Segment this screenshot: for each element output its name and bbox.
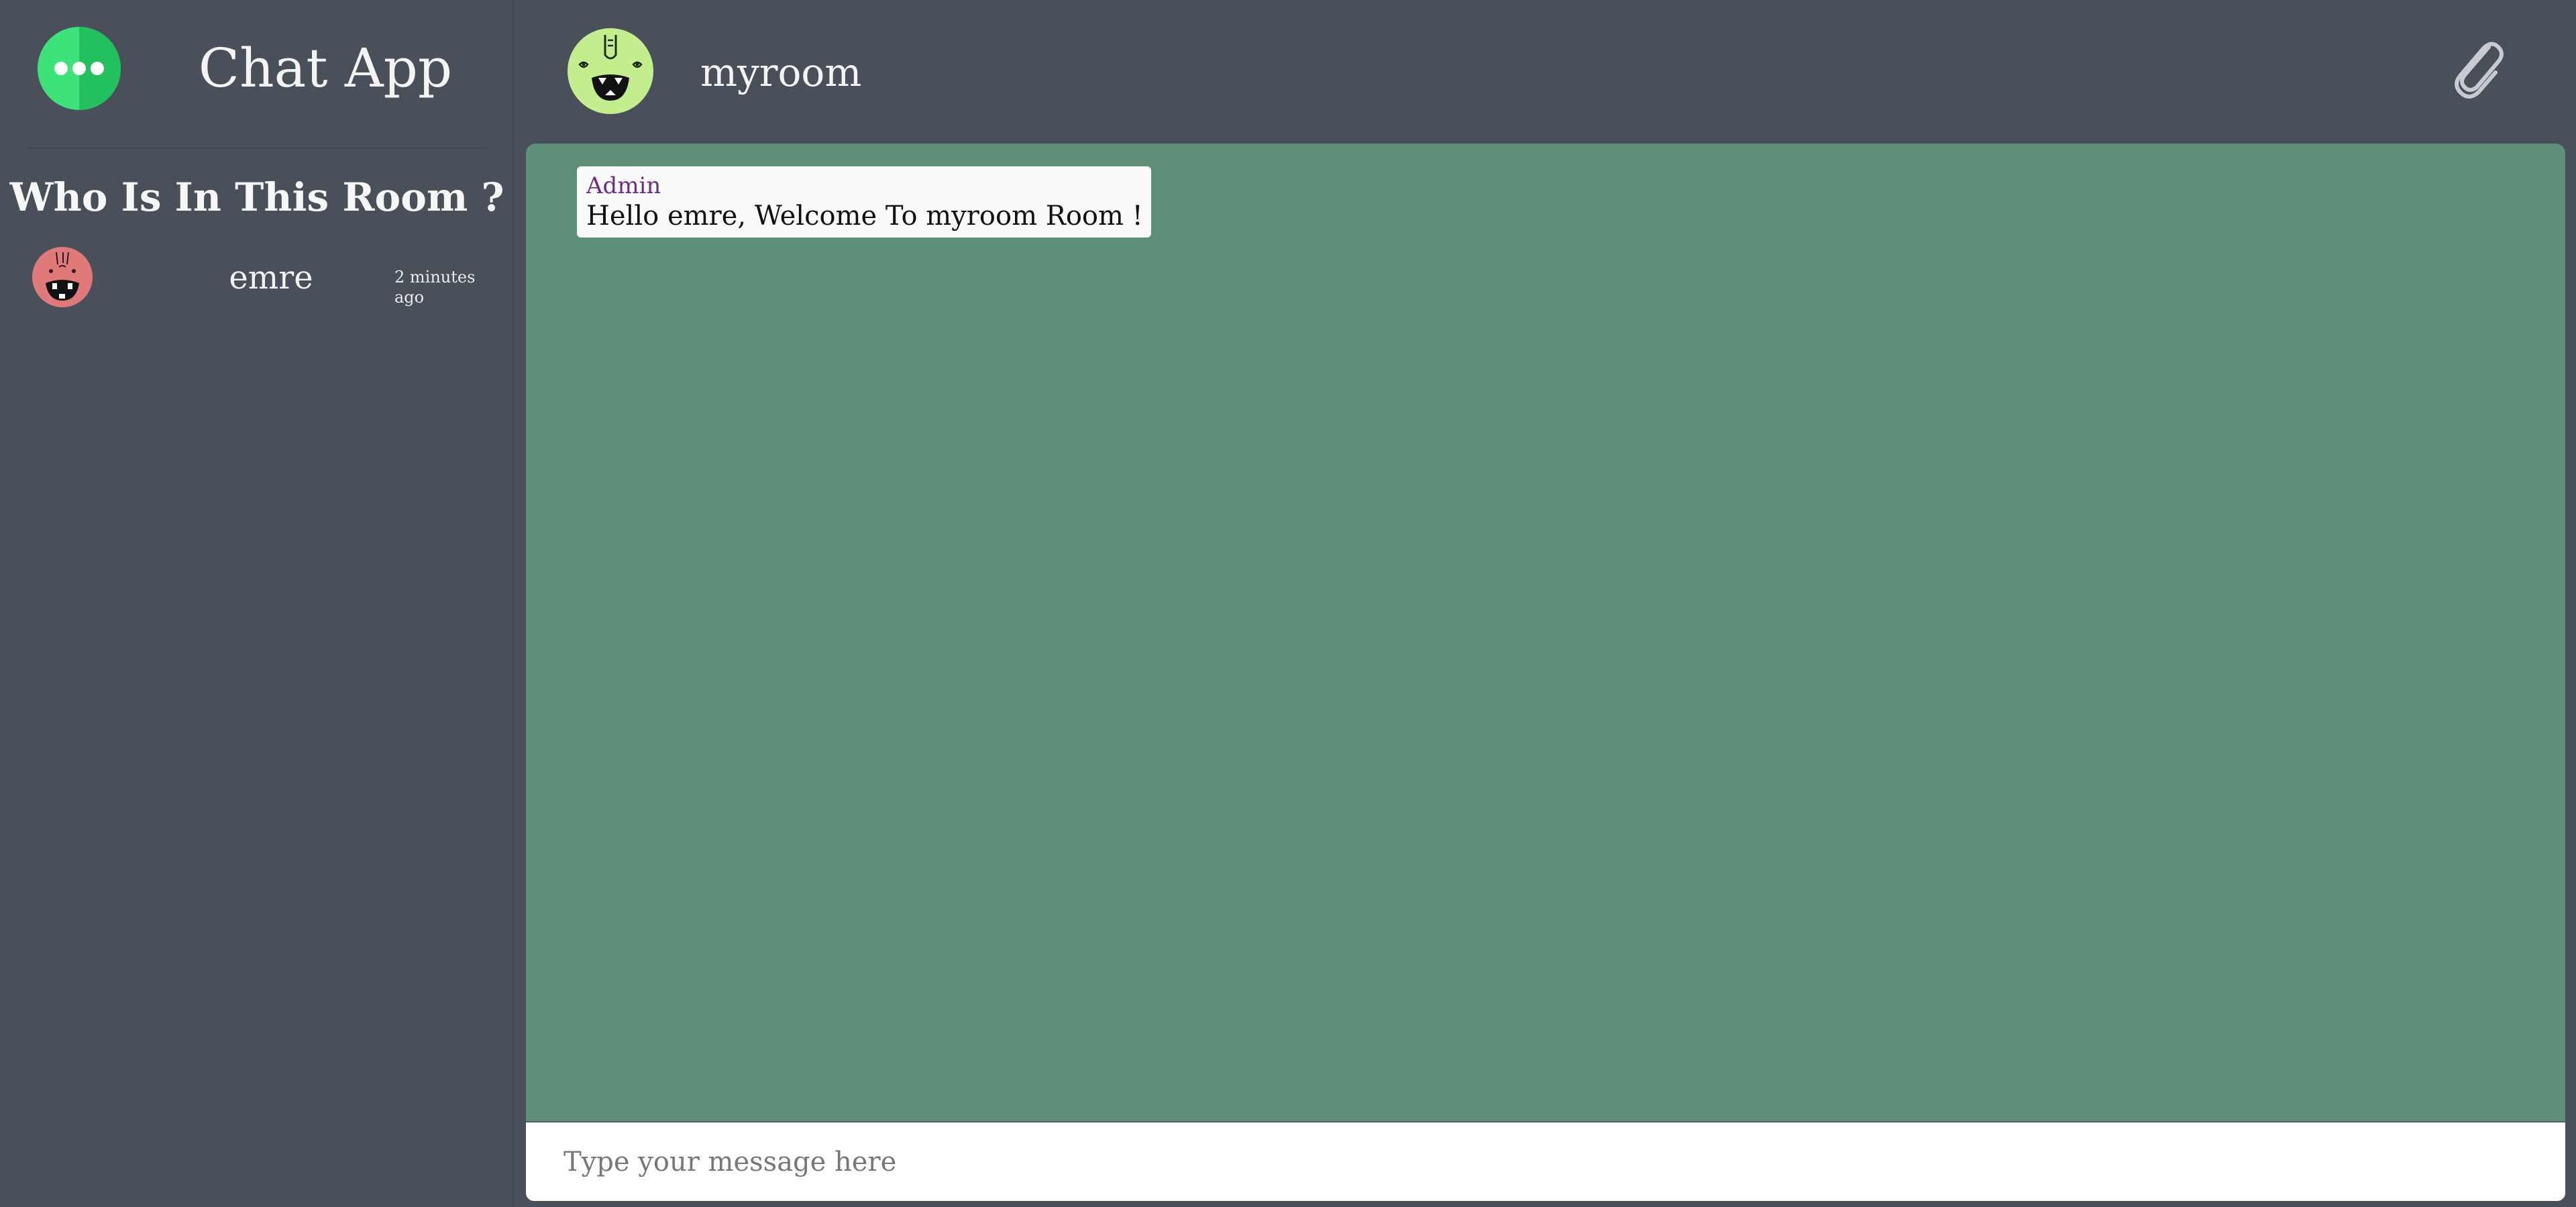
room-name: myroom bbox=[700, 50, 862, 95]
member-joined-time: 2 minutes ago bbox=[394, 268, 476, 307]
chat-app: Chat App Who Is In This Room ? emre 2 mi… bbox=[0, 0, 2576, 1207]
message-composer bbox=[526, 1121, 2565, 1201]
message-text: Hello emre, Welcome To myroom Room ! bbox=[586, 201, 1143, 231]
room-header: myroom bbox=[515, 0, 2576, 144]
message-bubble: Admin Hello emre, Welcome To myroom Room… bbox=[577, 166, 1151, 238]
app-title: Chat App bbox=[198, 37, 453, 99]
monster-avatar-icon bbox=[32, 247, 93, 307]
monster-avatar-icon bbox=[568, 28, 653, 114]
member-name: emre bbox=[229, 259, 313, 297]
chat-bubble-dots-icon bbox=[38, 27, 121, 110]
divider bbox=[27, 148, 487, 149]
message-input[interactable] bbox=[526, 1122, 2565, 1201]
paperclip-icon[interactable] bbox=[2442, 34, 2512, 103]
message-list: Admin Hello emre, Welcome To myroom Room… bbox=[526, 144, 2565, 1121]
member-list-item[interactable]: emre 2 minutes ago bbox=[30, 246, 492, 310]
sidebar: Chat App Who Is In This Room ? emre 2 mi… bbox=[0, 0, 514, 1207]
members-heading: Who Is In This Room ? bbox=[9, 174, 504, 220]
message-sender: Admin bbox=[586, 172, 661, 199]
brand-header: Chat App bbox=[0, 0, 514, 141]
